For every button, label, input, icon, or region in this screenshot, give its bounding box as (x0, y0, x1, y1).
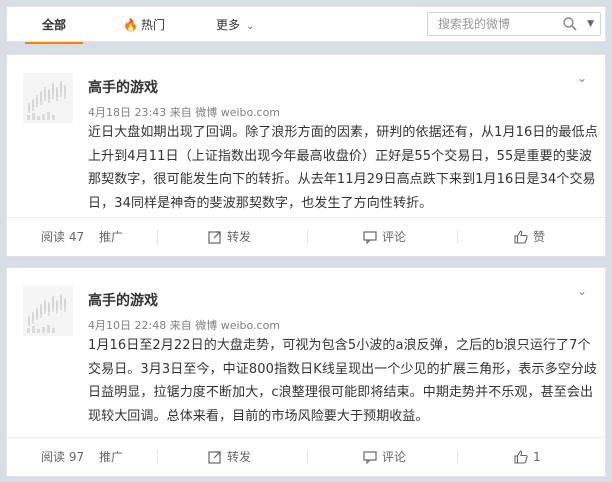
chevron-down-icon: ⌄ (246, 21, 255, 32)
search-icon[interactable] (562, 16, 578, 32)
tab-more[interactable]: 更多 ⌄ (216, 7, 254, 43)
forward-icon (208, 231, 221, 244)
search-input[interactable] (428, 13, 578, 35)
post-meta: 4月18日 23:43 来自 微博 weibo.com (88, 104, 280, 120)
post-actions: 阅读 97 推广 转发 评论 1 (7, 437, 605, 476)
search-options-chevron-icon[interactable]: ▼ (587, 17, 594, 31)
tab-all-label: 全部 (41, 18, 66, 32)
chevron-down-icon[interactable]: ⌄ (577, 71, 587, 85)
comment-label: 评论 (382, 450, 407, 464)
post-source[interactable]: 来自 微博 weibo.com (170, 319, 280, 332)
comment-icon (363, 231, 377, 245)
tab-all[interactable]: 全部 (25, 7, 83, 44)
divider (307, 450, 308, 464)
read-count: 阅读 47 (41, 230, 85, 244)
flame-icon: 🔥 (123, 18, 138, 32)
like-label: 赞 (533, 230, 546, 244)
post-time[interactable]: 4月10日 22:48 (88, 319, 166, 332)
post-meta: 4月10日 22:48 来自 微博 weibo.com (88, 317, 280, 333)
avatar[interactable] (23, 286, 73, 336)
post-card: 高手的游戏 ⌄ 4月18日 23:43 来自 微博 weibo.com 近日大盘… (6, 54, 606, 257)
post-actions: 阅读 47 推广 转发 评论 赞 (7, 217, 605, 256)
comment-button[interactable]: 评论 (363, 438, 406, 476)
comment-label: 评论 (382, 230, 407, 244)
divider (157, 230, 158, 244)
thumbs-up-icon (514, 450, 528, 464)
forward-label: 转发 (227, 230, 252, 244)
post-card: 高手的游戏 ⌄ 4月10日 22:48 来自 微博 weibo.com 1月16… (6, 267, 606, 477)
thumbs-up-icon (514, 230, 528, 244)
avatar[interactable] (23, 73, 73, 123)
post-time[interactable]: 4月18日 23:43 (88, 106, 166, 119)
forward-button[interactable]: 转发 (208, 218, 251, 256)
comment-button[interactable]: 评论 (363, 218, 406, 256)
promote-button[interactable]: 推广 (99, 438, 123, 476)
tab-more-label: 更多 (216, 18, 241, 32)
forward-label: 转发 (227, 450, 252, 464)
comment-icon (363, 451, 377, 465)
post-source[interactable]: 来自 微博 weibo.com (170, 106, 280, 119)
like-button[interactable]: 赞 (514, 218, 545, 256)
search-box: ▼ (427, 12, 601, 36)
divider (457, 450, 458, 464)
forward-button[interactable]: 转发 (208, 438, 251, 476)
like-button[interactable]: 1 (514, 438, 541, 476)
post-text: 1月16日至2月22日的大盘走势，可视为包含5小波的a浪反弹，之后的b浪只运行了… (88, 338, 597, 424)
post-text: 近日大盘如期出现了回调。除了浪形方面的因素，研判的依据还有，从1月16日的最低点… (88, 125, 598, 211)
read-count: 阅读 97 (41, 450, 85, 464)
divider (457, 230, 458, 244)
forward-icon (208, 451, 221, 464)
tab-hot[interactable]: 🔥 热门 (123, 7, 165, 43)
tab-hot-label: 热门 (140, 18, 165, 32)
chevron-down-icon[interactable]: ⌄ (577, 284, 587, 298)
promote-button[interactable]: 推广 (99, 218, 123, 256)
like-count: 1 (533, 450, 541, 464)
divider (307, 230, 308, 244)
divider (157, 450, 158, 464)
top-nav: 全部 🔥热门 更多 ⌄ ▼ (6, 6, 606, 44)
author-name[interactable]: 高手的游戏 (88, 290, 158, 310)
author-name[interactable]: 高手的游戏 (88, 77, 158, 97)
